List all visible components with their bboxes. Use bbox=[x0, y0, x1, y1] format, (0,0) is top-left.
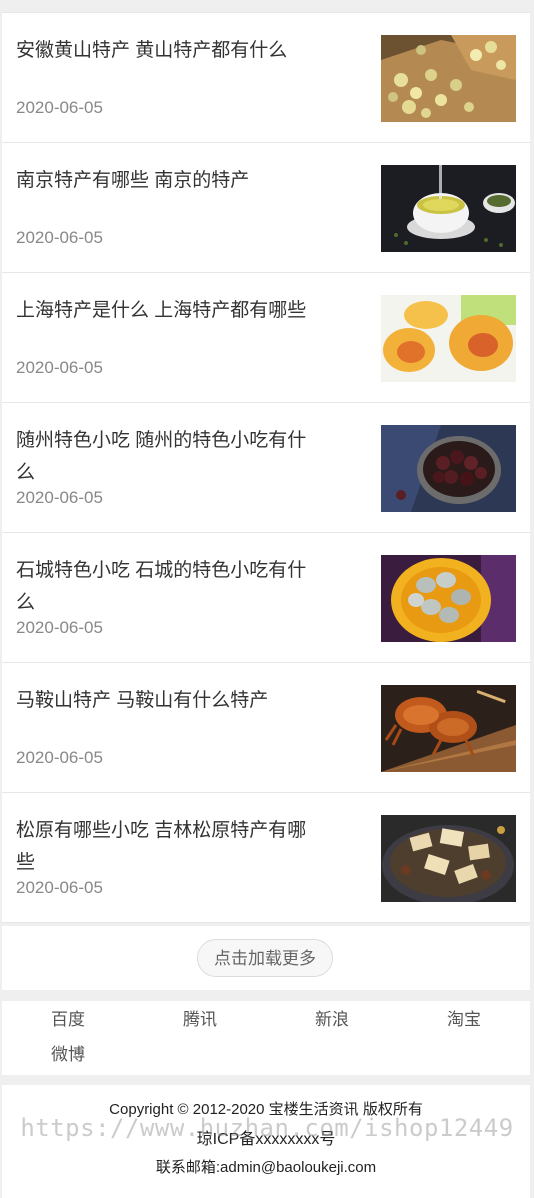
link-weibo[interactable]: 微博 bbox=[51, 1044, 85, 1066]
news-title[interactable]: 随州特色小吃 随州的特色小吃有什么 bbox=[16, 425, 312, 489]
load-more-area: 点击加载更多 bbox=[2, 926, 530, 990]
list-item[interactable]: 上海特产是什么 上海特产都有哪些 2020-06-05 bbox=[2, 273, 530, 403]
news-title[interactable]: 石城特色小吃 石城的特色小吃有什么 bbox=[16, 555, 312, 619]
contact-email: 联系邮箱:admin@baoloukeji.com bbox=[155, 1159, 377, 1176]
news-title[interactable]: 安徽黄山特产 黄山特产都有什么 bbox=[16, 35, 312, 67]
link-sina[interactable]: 新浪 bbox=[315, 1009, 349, 1031]
news-title[interactable]: 南京特产有哪些 南京的特产 bbox=[16, 165, 312, 197]
news-date: 2020-06-05 bbox=[16, 618, 103, 637]
footer: Copyright © 2012-2020 宝楼生活资讯 版权所有 琼ICP备x… bbox=[2, 1085, 530, 1198]
list-item[interactable]: 安徽黄山特产 黄山特产都有什么 2020-06-05 bbox=[2, 13, 530, 143]
news-date: 2020-06-05 bbox=[16, 878, 103, 897]
link-tencent[interactable]: 腾讯 bbox=[183, 1009, 217, 1031]
yellow-peach-photo[interactable] bbox=[381, 295, 516, 382]
dumplings-bowl-photo[interactable] bbox=[381, 555, 516, 642]
news-title[interactable]: 上海特产是什么 上海特产都有哪些 bbox=[16, 295, 312, 327]
list-item[interactable]: 石城特色小吃 石城的特色小吃有什么 2020-06-05 bbox=[2, 533, 530, 663]
dried-dates-bowl-photo[interactable] bbox=[381, 425, 516, 512]
hairy-crab-photo[interactable] bbox=[381, 685, 516, 772]
news-date: 2020-06-05 bbox=[16, 228, 103, 247]
list-item[interactable]: 马鞍山特产 马鞍山有什么特产 2020-06-05 bbox=[2, 663, 530, 793]
link-baidu[interactable]: 百度 bbox=[51, 1009, 85, 1031]
news-list: 安徽黄山特产 黄山特产都有什么 2020-06-05 南京特产有哪些 南京的特产… bbox=[2, 12, 530, 923]
stew-pan-photo[interactable] bbox=[381, 815, 516, 902]
news-date: 2020-06-05 bbox=[16, 98, 103, 117]
load-more-button[interactable]: 点击加载更多 bbox=[197, 939, 333, 977]
list-item[interactable]: 松原有哪些小吃 吉林松原特产有哪些 2020-06-05 bbox=[2, 793, 530, 923]
news-date: 2020-06-05 bbox=[16, 748, 103, 767]
news-title[interactable]: 马鞍山特产 马鞍山有什么特产 bbox=[16, 685, 312, 717]
news-title[interactable]: 松原有哪些小吃 吉林松原特产有哪些 bbox=[16, 815, 312, 879]
page: 安徽黄山特产 黄山特产都有什么 2020-06-05 南京特产有哪些 南京的特产… bbox=[2, 0, 530, 1198]
list-item[interactable]: 随州特色小吃 随州的特色小吃有什么 2020-06-05 bbox=[2, 403, 530, 533]
news-date: 2020-06-05 bbox=[16, 358, 103, 377]
copyright-text: Copyright © 2012-2020 宝楼生活资讯 版权所有 bbox=[109, 1101, 423, 1118]
chrysanthemum-tea-photo[interactable] bbox=[381, 35, 516, 122]
list-item[interactable]: 南京特产有哪些 南京的特产 2020-06-05 bbox=[2, 143, 530, 273]
icp-text[interactable]: 琼ICP备xxxxxxxx号 bbox=[2, 1130, 530, 1150]
green-tea-cup-photo[interactable] bbox=[381, 165, 516, 252]
link-taobao[interactable]: 淘宝 bbox=[447, 1009, 481, 1031]
friend-links: 百度 腾讯 新浪 淘宝 微博 bbox=[2, 1001, 530, 1075]
news-date: 2020-06-05 bbox=[16, 488, 103, 507]
